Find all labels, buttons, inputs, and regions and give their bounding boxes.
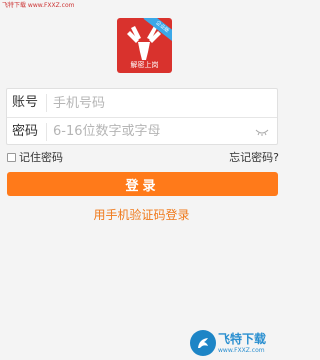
badge-logo-icon [190,330,216,356]
account-label: 账号 [7,94,47,112]
remember-checkbox[interactable] [7,153,16,162]
remember-label: 记住密码 [19,151,63,164]
site-badge: 飞特下载 www.FXXZ.com [190,330,279,356]
eye-closed-icon[interactable] [253,126,271,138]
watermark-text: 飞特下载 www.FXXZ.com [2,2,75,9]
badge-site-name: 飞特下载 [218,332,267,346]
login-form: 账号 密码 [6,88,278,145]
remember-password-option[interactable]: 记住密码 [7,151,63,164]
sms-login-link[interactable]: 用手机验证码登录 [0,207,283,223]
password-label: 密码 [7,122,47,141]
password-row: 密码 [7,117,277,145]
phone-input[interactable] [53,93,277,113]
account-row: 账号 [7,89,277,117]
badge-site-url: www.FXXZ.com [218,347,265,354]
app-logo: 企业版 解密上岗 [117,18,172,73]
forgot-password-link[interactable]: 忘记密码? [229,151,279,164]
password-input[interactable] [53,121,253,142]
logo-app-name: 解密上岗 [130,61,159,69]
login-button[interactable]: 登录 [7,172,278,196]
